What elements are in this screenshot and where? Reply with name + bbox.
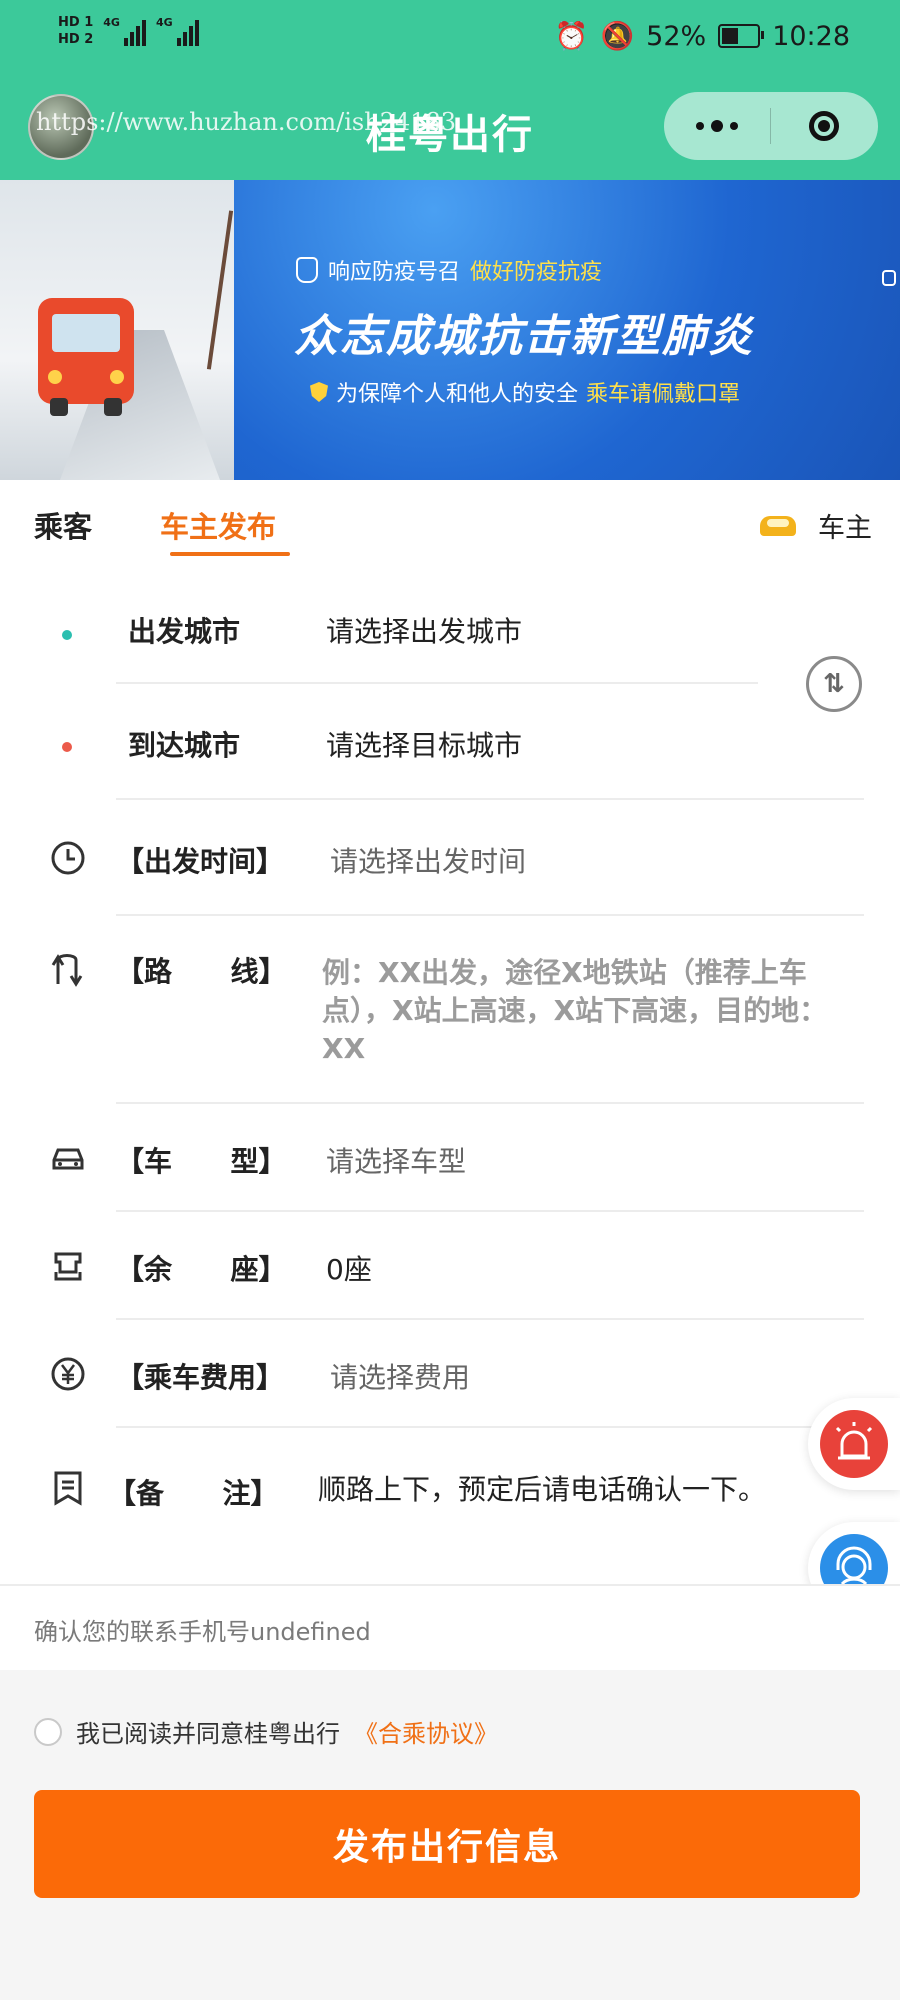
fee-value[interactable]: 请选择费用 (330, 1356, 470, 1396)
alarm-float-button[interactable] (808, 1398, 900, 1490)
agreement-row: 我已阅读并同意桂粤出行 《合乘协议》 (34, 1714, 498, 1749)
banner-line3-prefix: 为保障个人和他人的安全 (336, 382, 579, 407)
hd-indicator: HD 1 HD 2 (58, 14, 93, 48)
signal-icon: 4G (103, 16, 146, 46)
banner-line1-highlight: 做好防疫抗疫 (470, 260, 603, 285)
network-type-1: 4G (103, 16, 120, 29)
promo-banner[interactable]: 响应防疫号召 做好防疫抗疫 众志成城抗击新型肺炎 为保障个人和他人的安全 乘车请… (0, 180, 900, 480)
model-label: 【车 型】 (116, 1145, 287, 1178)
capsule-menu (664, 92, 878, 160)
fee-row[interactable]: 【乘车费用】 请选择费用 (0, 1320, 900, 1428)
note-value[interactable]: 顺路上下，预定后请电话确认一下。 (318, 1468, 766, 1508)
departure-city-row[interactable]: 出发城市 请选择出发城市 (0, 580, 900, 684)
network-type-2: 4G (155, 16, 173, 29)
arrival-label: 到达城市 (128, 729, 241, 762)
alarm-icon (820, 1410, 888, 1478)
banner-headline: 众志成城抗击新型肺炎 (294, 311, 754, 362)
bottom-actions: 我已阅读并同意桂粤出行 《合乘协议》 发布出行信息 (0, 1670, 900, 2000)
model-value[interactable]: 请选择车型 (326, 1140, 466, 1180)
route-icon (51, 954, 83, 987)
tab-passenger[interactable]: 乘客 (34, 504, 92, 546)
agreement-radio[interactable] (34, 1717, 62, 1746)
seats-value[interactable]: 0座 (326, 1248, 372, 1288)
departure-label: 出发城市 (128, 615, 241, 648)
battery-icon (718, 24, 765, 48)
seat-icon (54, 1252, 82, 1281)
owner-label: 车主 (818, 513, 872, 544)
more-menu-button[interactable] (664, 120, 770, 132)
target-icon (809, 111, 839, 141)
banner-line1: 响应防疫号召 做好防疫抗疫 (296, 254, 602, 286)
contact-phone-text: 确认您的联系手机号undefined (34, 1618, 371, 1646)
tree-graphic (206, 210, 234, 370)
publish-trip-button[interactable]: 发布出行信息 (34, 1790, 860, 1898)
yen-icon (51, 1357, 85, 1391)
car-model-row[interactable]: 【车 型】 请选择车型 (0, 1104, 900, 1212)
fist-icon (296, 257, 318, 283)
time-value[interactable]: 请选择出发时间 (330, 840, 526, 880)
clock-icon (51, 841, 85, 875)
contact-phone-row[interactable]: 确认您的联系手机号undefined (0, 1584, 900, 1672)
banner-line3-highlight: 乘车请佩戴口罩 (586, 382, 741, 407)
note-icon (54, 1471, 82, 1506)
close-program-button[interactable] (771, 111, 877, 141)
mute-bell-icon: 🔕 (600, 21, 635, 52)
tab-owner-publish[interactable]: 车主发布 (160, 504, 276, 546)
hd1-label: HD 1 (58, 15, 94, 30)
status-right: ⏰ 🔕 52% 10:28 (554, 20, 850, 53)
scroll-indicator-icon (882, 270, 896, 286)
departure-dot-icon (62, 630, 72, 640)
signal-icon-2: 4G (156, 16, 199, 46)
taxi-icon (760, 515, 796, 536)
arrival-value[interactable]: 请选择目标城市 (326, 724, 522, 764)
time-label: 【出发时间】 (116, 845, 285, 878)
battery-percent: 52% (646, 20, 707, 52)
mode-tabs: 乘客 车主发布 车主 (0, 480, 900, 580)
fee-label: 【乘车费用】 (116, 1361, 285, 1394)
mini-program-header: https://www.huzhan.com/ish24183 桂粤出行 (0, 80, 900, 180)
arrival-city-row[interactable]: 到达城市 请选择目标城市 (0, 684, 900, 800)
battery-fill (722, 28, 738, 44)
seats-row[interactable]: 【余 座】 0座 (0, 1212, 900, 1320)
car-icon (52, 1148, 84, 1170)
hd2-label: HD 2 (58, 32, 94, 47)
note-label: 【备 注】 (108, 1477, 279, 1510)
banner-line3: 为保障个人和他人的安全 乘车请佩戴口罩 (310, 376, 740, 408)
departure-time-row[interactable]: 【出发时间】 请选择出发时间 (0, 800, 900, 916)
banner-line1-prefix: 响应防疫号召 (328, 260, 461, 285)
status-bar: HD 1 HD 2 4G 4G ⏰ 🔕 52% 10:28 (0, 0, 900, 80)
alarm-icon: ⏰ (554, 21, 589, 52)
note-row[interactable]: 【备 注】 顺路上下，预定后请电话确认一下。 (0, 1428, 900, 1548)
status-left: HD 1 HD 2 4G 4G (58, 14, 199, 48)
banner-message: 响应防疫号召 做好防疫抗疫 众志成城抗击新型肺炎 为保障个人和他人的安全 乘车请… (234, 180, 900, 480)
route-label: 【路 线】 (116, 955, 287, 988)
clock: 10:28 (772, 20, 850, 52)
route-row[interactable]: 【路 线】 例：XX出发，途径X地铁站（推荐上车点），X站上高速，X站下高速，目… (0, 916, 900, 1104)
arrival-dot-icon (62, 742, 72, 752)
bus-icon (38, 298, 134, 416)
owner-switch[interactable]: 车主 (760, 506, 872, 545)
agreement-text: 我已阅读并同意桂粤出行 (76, 1720, 340, 1748)
departure-value[interactable]: 请选择出发城市 (326, 610, 522, 650)
shield-icon (310, 382, 328, 402)
banner-snow-scene (0, 180, 234, 480)
route-textarea[interactable]: 例：XX出发，途径X地铁站（推荐上车点），X站上高速，X站下高速，目的地：XX (322, 954, 862, 1068)
active-tab-indicator (170, 552, 290, 556)
agreement-link[interactable]: 《合乘协议》 (354, 1714, 498, 1749)
seats-label: 【余 座】 (116, 1253, 287, 1286)
